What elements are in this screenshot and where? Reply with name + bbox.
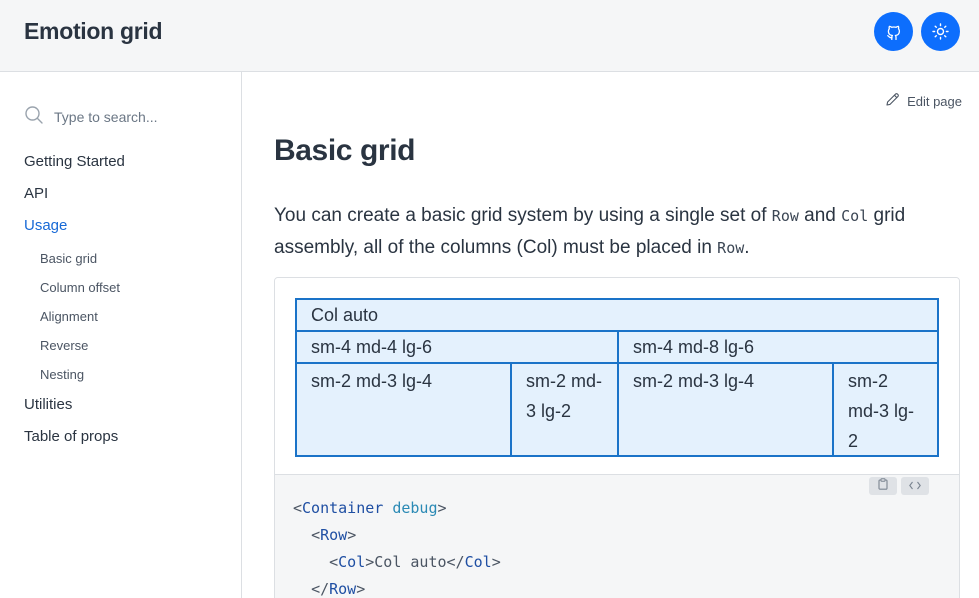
grid-col: sm-4 md-8 lg-6 <box>619 332 937 364</box>
edit-page-link[interactable]: Edit page <box>885 92 962 110</box>
pencil-icon <box>885 92 907 110</box>
sidebar-item-utilities[interactable]: Utilities <box>24 395 224 427</box>
example-block: Col auto sm-4 md-4 lg-6 sm-4 md-8 lg-6 s… <box>274 277 960 598</box>
intro-text-2: and <box>798 205 842 226</box>
sidebar-nav: Getting Started API Usage Basic grid Col… <box>24 152 224 459</box>
sidebar-subitem-nesting[interactable]: Nesting <box>24 366 224 395</box>
sidebar-subitem-basic-grid[interactable]: Basic grid <box>24 250 224 279</box>
copy-code-button[interactable] <box>869 477 897 495</box>
main-content: Edit page Basic grid You can create a ba… <box>242 72 979 598</box>
search-box[interactable] <box>24 105 224 130</box>
theme-toggle-button[interactable] <box>921 12 960 51</box>
site-brand[interactable]: Emotion grid <box>24 18 163 45</box>
sidebar-item-api[interactable]: API <box>24 184 224 216</box>
code-actions <box>865 477 929 495</box>
toggle-code-button[interactable] <box>901 477 929 495</box>
code-icon <box>909 477 921 495</box>
search-icon <box>24 105 44 130</box>
grid-row: sm-4 md-4 lg-6 sm-4 md-8 lg-6 <box>297 332 937 364</box>
code-line-1: <Container debug> <box>293 499 447 517</box>
page-title: Basic grid <box>274 134 416 167</box>
intro-code-row: Row <box>771 207 799 225</box>
example-preview: Col auto sm-4 md-4 lg-6 sm-4 md-8 lg-6 s… <box>275 278 959 475</box>
sidebar-subitem-alignment[interactable]: Alignment <box>24 308 224 337</box>
sidebar-item-usage[interactable]: Usage <box>24 216 224 248</box>
sidebar-item-table-of-props[interactable]: Table of props <box>24 427 224 459</box>
github-button[interactable] <box>874 12 913 51</box>
intro-text-1: You can create a basic grid system by us… <box>274 205 772 226</box>
grid-col: sm-2 md-3 lg-2 <box>834 364 937 455</box>
search-input[interactable] <box>54 109 214 125</box>
grid-col: sm-4 md-4 lg-6 <box>297 332 619 364</box>
grid-col: sm-2 md-3 lg-4 <box>297 364 512 455</box>
edit-page-label: Edit page <box>907 93 962 109</box>
code-line-2: <Row> <box>311 526 357 544</box>
grid-row: sm-2 md-3 lg-4 sm-2 md-3 lg-2 sm-2 md-3 … <box>297 364 937 455</box>
code-line-3: <Col>Col auto</Col> <box>329 553 501 571</box>
sidebar: Getting Started API Usage Basic grid Col… <box>0 72 242 598</box>
top-header: Emotion grid <box>0 0 979 72</box>
demo-grid: Col auto sm-4 md-4 lg-6 sm-4 md-8 lg-6 s… <box>295 298 939 457</box>
sidebar-subitem-column-offset[interactable]: Column offset <box>24 279 224 308</box>
grid-row: Col auto <box>297 300 937 332</box>
sidebar-subitem-reverse[interactable]: Reverse <box>24 337 224 366</box>
clipboard-icon <box>878 477 888 495</box>
grid-col: sm-2 md-3 lg-4 <box>619 364 834 455</box>
github-icon <box>886 24 902 40</box>
intro-code-row-2: Row <box>717 239 745 257</box>
grid-col: sm-2 md-3 lg-2 <box>512 364 619 455</box>
intro-code-col: Col <box>841 207 869 225</box>
code-panel: <Container debug> <Row> <Col>Col auto</C… <box>275 475 959 598</box>
code-snippet: <Container debug> <Row> <Col>Col auto</C… <box>293 495 501 598</box>
intro-text-4: . <box>744 237 750 258</box>
grid-col: Col auto <box>297 300 937 332</box>
usage-subnav: Basic grid Column offset Alignment Rever… <box>24 250 224 395</box>
sun-icon <box>932 23 949 40</box>
code-line-4: </Row> <box>311 580 366 598</box>
intro-paragraph: You can create a basic grid system by us… <box>274 200 934 264</box>
sidebar-item-getting-started[interactable]: Getting Started <box>24 152 224 184</box>
